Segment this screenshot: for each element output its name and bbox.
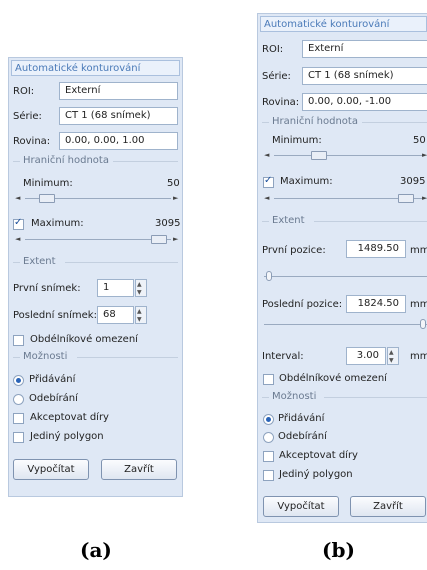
maximum-value: 3095 [400,176,426,187]
interval-spinner[interactable]: ▲ ▼ [387,347,399,365]
rect-limit-checkbox[interactable] [13,335,24,346]
subtract-label: Odebírání [278,431,327,442]
slider-right-arrow-icon[interactable]: ► [422,194,427,203]
interval-input[interactable]: 3.00 [346,347,386,365]
rect-limit-label: Obdélníkové omezení [30,334,138,345]
minimum-slider-track[interactable] [274,155,424,156]
first-slice-label: První snímek: [13,283,81,294]
last-slice-label: Poslední snímek: [13,310,97,321]
maximum-label: Maximum: [31,218,84,229]
plane-label: Rovina: [262,97,300,108]
accept-holes-checkbox[interactable] [263,451,274,462]
extent-group: Extent [13,256,178,268]
last-position-input[interactable]: 1824.50 [346,295,406,313]
options-group: Možnosti [13,351,178,363]
maximum-slider-thumb[interactable] [398,194,414,203]
accept-holes-checkbox[interactable] [13,413,24,424]
add-label: Přidávání [278,413,325,424]
accept-holes-label: Akceptovat díry [279,450,358,461]
slider-left-arrow-icon[interactable]: ◄ [15,235,20,244]
add-radio[interactable] [263,414,274,425]
extent-group-label: Extent [272,215,305,226]
single-polygon-label: Jediný polygon [30,431,104,442]
minimum-label: Minimum: [272,135,322,146]
first-position-input[interactable]: 1489.50 [346,240,406,258]
roi-field[interactable]: Externí [302,40,427,58]
threshold-group-label: Hraniční hodnota [23,155,109,166]
threshold-group: Hraniční hodnota [13,155,178,167]
threshold-group-label: Hraniční hodnota [272,116,358,127]
autocontour-panel-b: Automatické konturování ROI: Externí Sér… [257,13,427,523]
plane-label: Rovina: [13,136,51,147]
options-group-label: Možnosti [23,351,68,362]
maximum-checkbox[interactable] [13,217,24,230]
series-label: Série: [13,111,42,122]
accept-holes-label: Akceptovat díry [30,412,109,423]
rect-limit-checkbox[interactable] [263,374,274,385]
autocontour-panel-a: Automatické konturování ROI: Externí Sér… [8,57,183,497]
roi-label: ROI: [13,86,35,97]
options-group: Možnosti [262,391,427,403]
single-polygon-checkbox[interactable] [13,432,24,443]
slider-left-arrow-icon[interactable]: ◄ [264,151,269,160]
interval-unit: mm [410,351,427,362]
last-slice-input[interactable]: 68 [97,306,134,324]
series-field[interactable]: CT 1 (68 snímek) [59,107,178,125]
single-polygon-label: Jediný polygon [279,469,353,480]
threshold-group: Hraniční hodnota [262,116,427,128]
close-button[interactable]: Zavřít [350,496,426,517]
first-position-unit: mm [410,245,427,256]
last-slice-spinner[interactable]: ▲ ▼ [135,306,147,324]
first-slice-input[interactable]: 1 [97,279,134,297]
minimum-slider-thumb[interactable] [39,194,55,203]
panel-title: Automatické konturování [11,60,180,76]
slider-right-arrow-icon[interactable]: ► [422,151,427,160]
subtract-radio[interactable] [263,432,274,443]
add-radio[interactable] [13,375,24,386]
extent-group: Extent [262,215,427,227]
subtract-radio[interactable] [13,394,24,405]
maximum-value: 3095 [155,218,181,229]
series-field[interactable]: CT 1 (68 snímek) [302,67,427,85]
compute-button[interactable]: Vypočítat [13,459,89,480]
minimum-value: 50 [413,135,426,146]
single-polygon-checkbox[interactable] [263,470,274,481]
minimum-label: Minimum: [23,178,73,189]
minimum-value: 50 [167,178,180,189]
first-slice-spinner[interactable]: ▲ ▼ [135,279,147,297]
first-position-label: První pozice: [262,245,326,256]
slider-left-arrow-icon[interactable]: ◄ [264,194,269,203]
extent-group-label: Extent [23,256,56,267]
maximum-label: Maximum: [280,176,333,187]
last-position-unit: mm [410,299,427,310]
caption-a: (a) [80,538,112,562]
subtract-label: Odebírání [29,393,78,404]
slider-left-arrow-icon[interactable]: ◄ [15,194,20,203]
interval-label: Interval: [262,351,304,362]
close-button[interactable]: Zavřít [101,459,177,480]
plane-field[interactable]: 0.00, 0.00, 1.00 [59,132,178,150]
maximum-slider-track[interactable] [25,239,171,240]
options-group-label: Možnosti [272,391,317,402]
series-label: Série: [262,71,291,82]
roi-label: ROI: [262,44,284,55]
add-label: Přidávání [29,374,76,385]
plane-field[interactable]: 0.00, 0.00, -1.00 [302,93,427,111]
caption-b: (b) [322,538,355,562]
panel-title: Automatické konturování [260,16,427,32]
rect-limit-label: Obdélníkové omezení [279,373,387,384]
slider-right-arrow-icon[interactable]: ► [173,194,178,203]
last-position-label: Poslední pozice: [262,299,343,310]
maximum-slider-thumb[interactable] [151,235,167,244]
slider-right-arrow-icon[interactable]: ► [173,235,178,244]
compute-button[interactable]: Vypočítat [263,496,339,517]
roi-field[interactable]: Externí [59,82,178,100]
first-position-slider-track[interactable] [264,276,427,277]
last-position-slider-track[interactable] [264,324,427,325]
maximum-checkbox[interactable] [263,175,274,188]
last-position-slider-thumb[interactable] [420,319,426,329]
minimum-slider-thumb[interactable] [311,151,327,160]
first-position-slider-thumb[interactable] [266,271,272,281]
